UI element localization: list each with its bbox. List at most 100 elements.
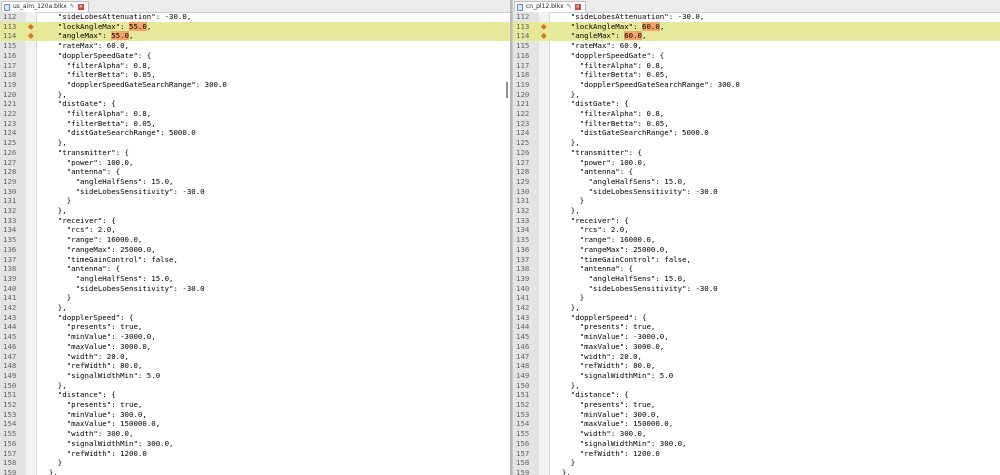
line-number: 126 — [3, 147, 17, 157]
code-line: 146 "maxValue": 3000.0, — [0, 342, 510, 352]
code-text: "receiver": { — [40, 215, 116, 225]
code-text: "minValue": 300.0, — [553, 409, 660, 419]
line-number: 134 — [3, 225, 17, 235]
code-text: "presents": true, — [40, 322, 143, 332]
right-editor-pane[interactable]: cn_pl12.blkx ✎ × 112 "sideLobesAttenuati… — [512, 0, 1000, 475]
line-number: 146 — [516, 341, 530, 351]
line-number: 158 — [516, 458, 530, 468]
code-text: "range": 16000.0, — [40, 235, 143, 245]
line-number: 141 — [516, 293, 530, 303]
line-number: 122 — [3, 109, 17, 118]
code-line: 120 }, — [0, 90, 510, 100]
line-number: 112 — [516, 12, 530, 21]
code-text: "sideLobesSensitivity": -30.0 — [40, 283, 205, 293]
diff-marker-icon[interactable]: ⬥ — [28, 22, 34, 30]
line-number: 132 — [3, 206, 17, 215]
line-number: 144 — [516, 322, 530, 332]
code-text: "minValue": -3000.0, — [553, 332, 669, 342]
code-key: "lockAngleMax": — [40, 21, 129, 31]
pin-icon[interactable]: ✎ — [70, 2, 75, 12]
line-number: 151 — [516, 390, 530, 400]
line-number: 121 — [516, 99, 530, 109]
code-line: 149 "signalWidthMin": 5.0 — [513, 371, 1000, 381]
code-line: 153 "minValue": 300.0, — [513, 410, 1000, 420]
code-line: 125 }, — [0, 138, 510, 148]
code-line: 150 }, — [0, 381, 510, 391]
code-text: "sideLobesSensitivity": -30.0 — [553, 283, 718, 293]
code-line: 138 "antenna": { — [0, 264, 510, 274]
line-number: 157 — [516, 448, 530, 458]
code-text: } — [40, 196, 72, 206]
code-text: "dopplerSpeedGate": { — [40, 50, 152, 60]
code-line: 123 "filterBetta": 0.05, — [513, 119, 1000, 129]
line-number: 130 — [516, 186, 530, 196]
right-tab-label: cn_pl12.blkx — [526, 3, 564, 10]
changed-value: 55.0 — [111, 31, 130, 41]
code-line: 136 "rangeMax": 25000.0, — [513, 245, 1000, 255]
left-editor-pane[interactable]: us_aim_120a.blkx ✎ × 112 "sideLobesAtten… — [0, 0, 511, 475]
line-number: 134 — [516, 225, 530, 235]
line-number: 131 — [3, 196, 17, 206]
code-text: "rateMax": 60.0, — [40, 41, 129, 51]
diff-marker-icon[interactable]: ⬥ — [541, 22, 547, 30]
line-number: 129 — [516, 176, 530, 186]
code-line: 120 }, — [513, 90, 1000, 100]
code-line: 151 "distance": { — [0, 390, 510, 400]
code-text: "angleMax": 55.0, — [40, 31, 133, 41]
code-text: "distGate": { — [553, 99, 629, 109]
code-line: 148 "refWidth": 80.0, — [0, 361, 510, 371]
code-text: "distGateSearchRange": 5000.0 — [40, 128, 196, 138]
code-text: "antenna": { — [40, 264, 121, 274]
code-text: }, — [553, 380, 580, 390]
code-line: 157 "refWidth": 1200.0 — [513, 449, 1000, 459]
code-line: 134 "rcs": 2.0, — [513, 225, 1000, 235]
code-text: "filterAlpha": 0.8, — [553, 60, 665, 70]
right-code-area[interactable]: 112 "sideLobesAttenuation": -30.0, 113 ⬥ "… — [513, 12, 1000, 475]
right-file-tab[interactable]: cn_pl12.blkx ✎ × — [514, 1, 586, 12]
code-text: "sideLobesAttenuation": -30.0, — [553, 12, 705, 21]
line-number: 152 — [3, 400, 17, 409]
code-line: 144 "presents": true, — [513, 322, 1000, 332]
line-number: 144 — [3, 322, 17, 332]
line-number: 147 — [3, 351, 17, 361]
code-line: 145 "minValue": -3000.0, — [0, 332, 510, 342]
code-text: "angleHalfSens": 15.0, — [40, 176, 174, 186]
changed-value: 55.0 — [129, 21, 147, 31]
code-text: "presents": true, — [553, 400, 656, 409]
code-line: 112 "sideLobesAttenuation": -30.0, — [513, 12, 1000, 22]
close-icon[interactable]: × — [77, 4, 84, 10]
code-text: "refWidth": 80.0, — [553, 361, 656, 371]
line-number: 147 — [516, 351, 530, 361]
code-line: 113 ⬥ "lockAngleMax": 55.0, — [0, 21, 510, 32]
line-number: 159 — [3, 467, 17, 475]
file-icon — [517, 3, 523, 11]
line-number: 115 — [3, 41, 17, 51]
code-text: "sideLobesSensitivity": -30.0 — [553, 186, 718, 196]
code-line: 143 "dopplerSpeed": { — [513, 313, 1000, 323]
line-number: 142 — [516, 303, 530, 312]
left-code-area[interactable]: 112 "sideLobesAttenuation": -30.0, 113 ⬥ "… — [0, 12, 510, 475]
diff-marker-icon[interactable]: ⬥ — [28, 32, 34, 40]
code-text: "refWidth": 80.0, — [40, 361, 143, 371]
close-icon[interactable]: × — [574, 4, 581, 10]
line-number: 117 — [516, 60, 530, 70]
code-text: }, — [40, 380, 67, 390]
code-line: 113 ⬥ "lockAngleMax": 60.0, — [513, 21, 1000, 32]
code-line: 116 "dopplerSpeedGate": { — [0, 51, 510, 61]
code-line: 152 "presents": true, — [513, 400, 1000, 410]
line-number: 115 — [516, 41, 530, 51]
diff-compare-window: us_aim_120a.blkx ✎ × 112 "sideLobesAtten… — [0, 0, 1000, 475]
code-line: 115 "rateMax": 60.0, — [0, 41, 510, 51]
line-number: 138 — [3, 264, 17, 274]
pin-icon[interactable]: ✎ — [567, 2, 572, 12]
line-number: 133 — [3, 215, 17, 225]
left-file-tab[interactable]: us_aim_120a.blkx ✎ × — [1, 1, 89, 12]
code-text: "presents": true, — [553, 322, 656, 332]
line-number: 156 — [516, 438, 530, 448]
scrollbar-thumb[interactable] — [506, 82, 508, 98]
code-text: "presents": true, — [40, 400, 143, 409]
code-text: "receiver": { — [553, 215, 629, 225]
code-line: 121 "distGate": { — [0, 99, 510, 109]
diff-marker-icon[interactable]: ⬥ — [541, 32, 547, 40]
code-line: 143 "dopplerSpeed": { — [0, 313, 510, 323]
